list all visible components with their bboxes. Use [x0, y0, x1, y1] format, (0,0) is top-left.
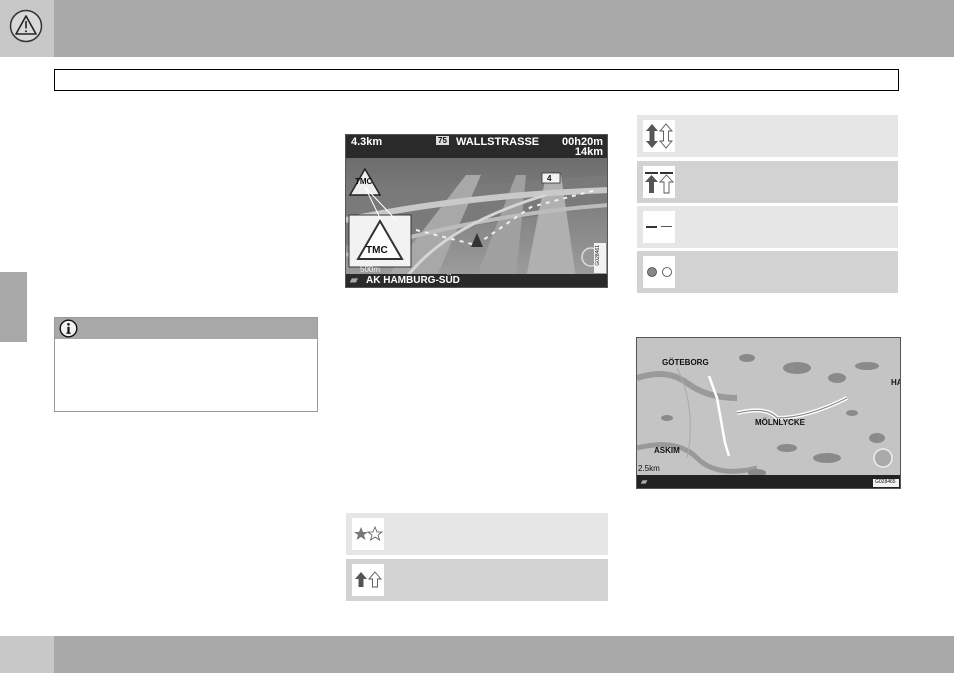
nav-bottom-bar: ▰ AK HAMBURG-SÜD [346, 274, 607, 287]
icon-row-stars [346, 513, 608, 555]
road-badge: 75 [436, 136, 449, 145]
city-label-goteborg: GÖTEBORG [662, 358, 709, 367]
tmc-label-small: TMC [355, 177, 373, 186]
icon-row-dots [637, 251, 898, 293]
note-header [55, 318, 317, 339]
stars-icon [354, 525, 384, 541]
car-icon: ▰ [641, 477, 648, 486]
city-label-askim: ASKIM [654, 446, 680, 455]
distance-remaining: 14km [574, 146, 603, 158]
chapter-tab [0, 272, 27, 342]
icon-box [352, 518, 384, 550]
icon-row-dashes [637, 206, 898, 248]
route-map-image: GÖTEBORG MÖLNLYCKE ASKIM HA 2.5km G02846… [636, 337, 901, 489]
dash-lines-icon [646, 226, 672, 228]
icon-box [643, 211, 675, 243]
icon-box [643, 256, 675, 288]
icon-row-double-arrow [637, 115, 898, 157]
warning-triangle-icon [9, 9, 43, 43]
exit-badge: 4 [547, 174, 552, 183]
nav-top-bar: 4.3km 75 WALLSTRASSE 00h20m 14km [346, 135, 607, 158]
info-icon [59, 319, 78, 338]
current-road: AK HAMBURG-SÜD [366, 275, 460, 286]
arrow-bar-up-icon [645, 172, 675, 194]
icon-row-arrows [346, 559, 608, 601]
image-code: G028461 [595, 245, 601, 266]
dot-circles-icon [647, 267, 672, 277]
car-icon: ▰ [350, 275, 358, 286]
icon-box [643, 120, 675, 152]
header-icon-panel [0, 0, 54, 57]
arrows-up-icon [355, 571, 382, 588]
city-label-molnlycke: MÖLNLYCKE [755, 418, 805, 427]
header-bar [0, 0, 954, 57]
section-heading-box [54, 69, 899, 91]
edge-label: HA [891, 378, 900, 387]
double-arrow-updown-icon [646, 123, 673, 149]
map-scale-label: 2.5km [638, 464, 660, 473]
icon-box [643, 166, 675, 198]
scale-label: 500m [360, 265, 381, 274]
tmc-label-large: TMC [366, 245, 388, 256]
note-box [54, 317, 318, 412]
footer-bar [0, 636, 954, 673]
distance-to-turn: 4.3km [351, 136, 383, 148]
icon-box [352, 564, 384, 596]
map-image-code: G028465 [875, 479, 896, 485]
icon-row-arrow-bar [637, 161, 898, 203]
navigation-screen-image: 4.3km 75 WALLSTRASSE 00h20m 14km TMC TMC… [345, 134, 608, 288]
street-name: WALLSTRASSE [456, 136, 540, 148]
footer-page-panel [0, 636, 54, 673]
